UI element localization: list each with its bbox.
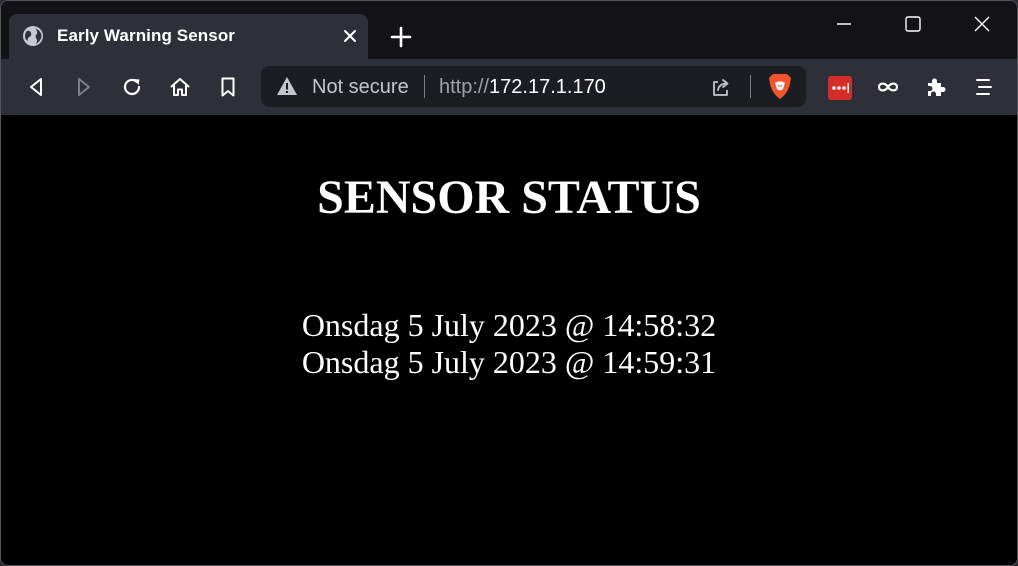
toolbar: Not secure http://172.17.1.170 <box>1 59 1017 115</box>
address-bar[interactable]: Not secure http://172.17.1.170 <box>261 66 806 107</box>
new-tab-plus-icon[interactable] <box>390 26 412 48</box>
tab-strip: Early Warning Sensor <box>1 1 1017 59</box>
maximize-icon[interactable] <box>902 13 924 35</box>
url-scheme: http:// <box>439 76 490 98</box>
sensor-status-list: Onsdag 5 July 2023 @ 14:58:32 Onsdag 5 J… <box>1 307 1017 381</box>
brave-lion-icon[interactable] <box>767 72 793 100</box>
bookmark-icon[interactable] <box>216 75 240 99</box>
url-host: 172.17.1.170 <box>489 76 606 98</box>
infinity-icon[interactable] <box>876 75 900 99</box>
browser-tab[interactable]: Early Warning Sensor <box>9 14 368 59</box>
browser-window: Early Warning Sensor Not secure http://1… <box>0 0 1018 566</box>
page-heading: SENSOR STATUS <box>317 171 701 224</box>
address-separator <box>424 75 425 98</box>
address-separator <box>750 75 751 98</box>
minimize-icon[interactable] <box>833 13 855 35</box>
security-status-label[interactable]: Not secure <box>312 76 409 99</box>
page-content: SENSOR STATUS Onsdag 5 July 2023 @ 14:58… <box>1 115 1017 565</box>
url-text[interactable]: http://172.17.1.170 <box>439 76 606 99</box>
status-entry: Onsdag 5 July 2023 @ 14:58:32 <box>301 307 717 343</box>
home-icon[interactable] <box>168 75 192 99</box>
warning-icon[interactable] <box>276 75 298 97</box>
forward-icon[interactable] <box>72 75 96 99</box>
puzzle-icon[interactable] <box>924 75 948 99</box>
close-window-icon[interactable] <box>971 13 993 35</box>
share-icon[interactable] <box>709 75 733 99</box>
globe-icon <box>23 26 43 46</box>
lastpass-icon[interactable] <box>828 76 852 100</box>
tab-close-icon[interactable] <box>342 28 358 44</box>
status-entry: Onsdag 5 July 2023 @ 14:59:31 <box>301 344 717 380</box>
reload-icon[interactable] <box>120 75 144 99</box>
hamburger-menu-icon[interactable] <box>972 75 996 99</box>
back-icon[interactable] <box>24 75 48 99</box>
tab-title: Early Warning Sensor <box>57 26 236 45</box>
